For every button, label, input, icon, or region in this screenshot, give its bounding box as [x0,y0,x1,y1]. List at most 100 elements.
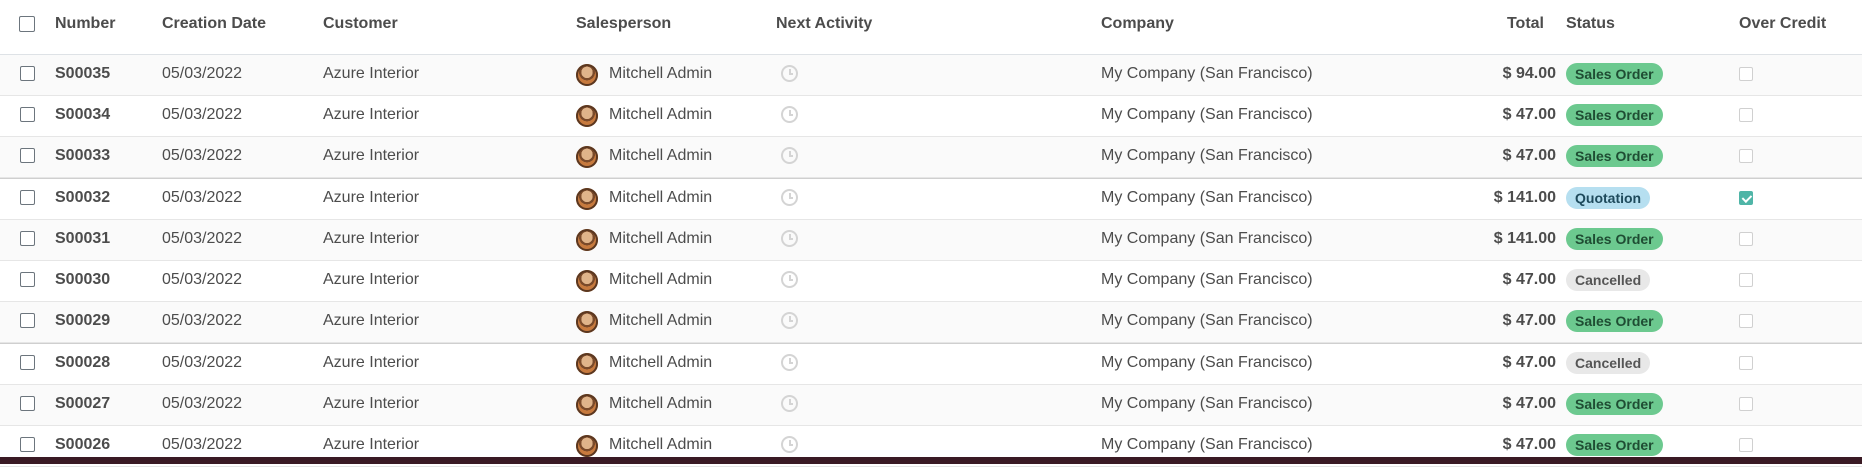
status-badge: Sales Order [1566,228,1663,250]
status-badge: Quotation [1566,187,1651,209]
table-row[interactable]: S00034 05/03/2022 Azure Interior Mitchell A… [0,96,1862,137]
salesperson-name: Mitchell Admin [609,395,713,412]
row-checkbox[interactable] [20,107,35,122]
creation-date: 05/03/2022 [162,395,243,412]
clock-icon[interactable] [781,312,798,329]
over-credit-checkbox [1739,397,1753,411]
clock-icon[interactable] [781,271,798,288]
company-name: My Company (San Francisco) [1101,106,1313,123]
row-checkbox[interactable] [20,313,35,328]
order-number: S00030 [55,271,111,288]
customer-name: Azure Interior [323,65,420,82]
status-badge: Sales Order [1566,310,1663,332]
clock-icon[interactable] [781,106,798,123]
salesperson-avatar [576,146,598,168]
over-credit-checkbox [1739,232,1753,246]
total-amount: $ 47.00 [1502,106,1556,123]
status-badge: Cancelled [1566,269,1651,291]
customer-name: Azure Interior [323,106,420,123]
clock-icon[interactable] [781,230,798,247]
column-next-activity[interactable]: Next Activity [776,15,872,33]
table-row[interactable]: S00032 05/03/2022 Azure Interior Mitchell A… [0,178,1862,220]
over-credit-checkbox [1739,191,1753,205]
creation-date: 05/03/2022 [162,106,243,123]
table-row[interactable]: S00035 05/03/2022 Azure Interior Mitchell A… [0,55,1862,96]
over-credit-checkbox [1739,67,1753,81]
over-credit-checkbox [1739,314,1753,328]
salesperson-name: Mitchell Admin [609,271,713,288]
salesperson-name: Mitchell Admin [609,312,713,329]
customer-name: Azure Interior [323,312,420,329]
row-checkbox[interactable] [20,190,35,205]
table-row[interactable]: S00031 05/03/2022 Azure Interior Mitchell A… [0,220,1862,261]
company-name: My Company (San Francisco) [1101,436,1313,453]
over-credit-checkbox [1739,149,1753,163]
salesperson-avatar [576,311,598,333]
total-amount: $ 141.00 [1493,189,1556,206]
company-name: My Company (San Francisco) [1101,354,1313,371]
column-status[interactable]: Status [1566,15,1615,33]
salesperson-avatar [576,229,598,251]
salesperson-name: Mitchell Admin [609,65,713,82]
salesperson-avatar [576,435,598,457]
status-badge: Cancelled [1566,352,1651,374]
table-row[interactable]: S00030 05/03/2022 Azure Interior Mitchell A… [0,261,1862,302]
row-checkbox[interactable] [20,396,35,411]
clock-icon[interactable] [781,147,798,164]
company-name: My Company (San Francisco) [1101,65,1313,82]
status-badge: Sales Order [1566,145,1663,167]
creation-date: 05/03/2022 [162,354,243,371]
row-checkbox[interactable] [20,66,35,81]
salesperson-avatar [576,64,598,86]
salesperson-name: Mitchell Admin [609,147,713,164]
column-number[interactable]: Number [55,15,115,33]
status-badge: Sales Order [1566,434,1663,456]
company-name: My Company (San Francisco) [1101,147,1313,164]
order-number: S00027 [55,395,111,412]
column-total[interactable]: Total [1507,15,1544,33]
over-credit-checkbox [1739,273,1753,287]
order-number: S00026 [55,436,111,453]
row-checkbox[interactable] [20,148,35,163]
column-salesperson[interactable]: Salesperson [576,15,671,33]
company-name: My Company (San Francisco) [1101,189,1313,206]
table-row[interactable]: S00029 05/03/2022 Azure Interior Mitchell A… [0,302,1862,343]
creation-date: 05/03/2022 [162,436,243,453]
salesperson-avatar [576,188,598,210]
column-customer[interactable]: Customer [323,15,398,33]
salesperson-name: Mitchell Admin [609,436,713,453]
table-row[interactable]: S00028 05/03/2022 Azure Interior Mitchell A… [0,343,1862,385]
status-badge: Sales Order [1566,393,1663,415]
column-over-credit[interactable]: Over Credit [1739,15,1826,33]
column-company[interactable]: Company [1101,15,1174,33]
clock-icon[interactable] [781,354,798,371]
clock-icon[interactable] [781,65,798,82]
status-badge: Sales Order [1566,104,1663,126]
row-checkbox[interactable] [20,355,35,370]
row-checkbox[interactable] [20,231,35,246]
salesperson-avatar [576,353,598,375]
salesperson-avatar [576,105,598,127]
total-amount: $ 47.00 [1502,271,1556,288]
column-creation-date[interactable]: Creation Date [162,15,266,33]
customer-name: Azure Interior [323,230,420,247]
over-credit-checkbox [1739,356,1753,370]
table-row[interactable]: S00027 05/03/2022 Azure Interior Mitchell A… [0,385,1862,426]
customer-name: Azure Interior [323,436,420,453]
salesperson-avatar [576,270,598,292]
status-badge: Sales Order [1566,63,1663,85]
table-body: S00035 05/03/2022 Azure Interior Mitchell A… [0,55,1862,467]
order-number: S00033 [55,147,111,164]
row-checkbox[interactable] [20,437,35,452]
bottom-bar [0,457,1862,464]
total-amount: $ 47.00 [1502,395,1556,412]
clock-icon[interactable] [781,395,798,412]
table-row[interactable]: S00033 05/03/2022 Azure Interior Mitchell A… [0,137,1862,178]
clock-icon[interactable] [781,436,798,453]
row-checkbox[interactable] [20,272,35,287]
customer-name: Azure Interior [323,189,420,206]
clock-icon[interactable] [781,189,798,206]
over-credit-checkbox [1739,438,1753,452]
select-all-checkbox[interactable] [19,16,35,32]
salesperson-name: Mitchell Admin [609,189,713,206]
